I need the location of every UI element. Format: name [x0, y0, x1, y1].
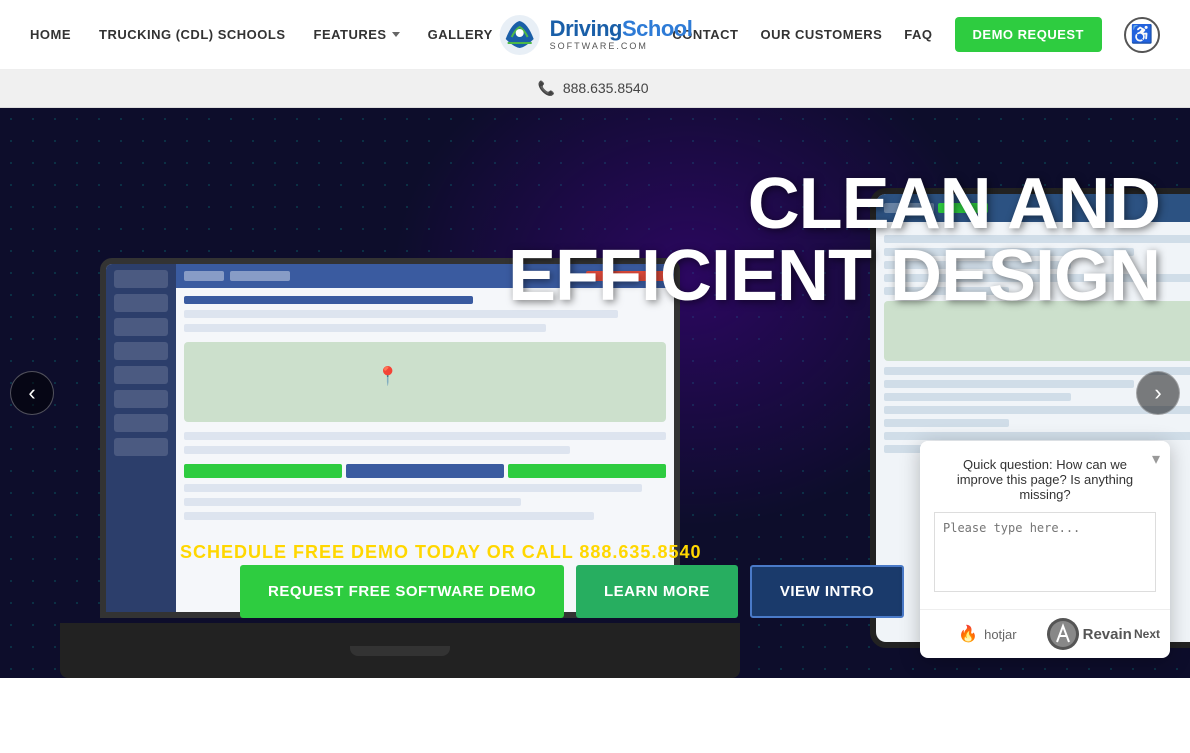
phone-number[interactable]: 888.635.8540 [563, 80, 649, 96]
hotjar-flame-icon: 🔥 [958, 624, 978, 644]
hotjar-feedback-popup: ▾ Quick question: How can we improve thi… [920, 441, 1170, 658]
nav-home[interactable]: HOME [30, 27, 71, 42]
hero-section: ‹ [0, 108, 1190, 678]
nav-left: HOME TRUCKING (CDL) SCHOOLS FEATURES GAL… [30, 27, 493, 42]
nav-features[interactable]: FEATURES [314, 27, 400, 42]
hotjar-close-button[interactable]: ▾ [1152, 449, 1160, 469]
logo-main-text: DrivingSchool [550, 16, 693, 41]
hotjar-question: Quick question: How can we improve this … [934, 453, 1156, 506]
hero-title-line1: CLEAN AND EFFICIENT DESIGN [508, 168, 1160, 312]
hotjar-logo: 🔥 hotjar [958, 624, 1016, 644]
revain-icon [1047, 618, 1079, 650]
revain-logo: Revain [1047, 618, 1132, 650]
nav-right: CONTACT OUR CUSTOMERS FAQ DEMO REQUEST ♿ [672, 17, 1160, 53]
request-demo-button[interactable]: REQUEST FREE SOFTWARE DEMO [240, 565, 564, 618]
logo-icon [498, 13, 542, 57]
nav-gallery[interactable]: GALLERY [428, 27, 493, 42]
revain-label: Revain [1083, 626, 1132, 643]
chevron-down-icon [392, 32, 400, 37]
hotjar-textarea[interactable] [934, 512, 1156, 592]
phone-bar: 📞 888.635.8540 [0, 70, 1190, 108]
hotjar-name: hotjar [984, 627, 1017, 642]
nav-faq[interactable]: FAQ [904, 27, 932, 42]
logo-text: DrivingSchool SOFTWARE.COM [550, 17, 693, 51]
logo[interactable]: DrivingSchool SOFTWARE.COM [498, 13, 693, 57]
next-slide-button[interactable]: › [1136, 371, 1180, 415]
logo-sub-text: SOFTWARE.COM [550, 42, 693, 52]
prev-slide-button[interactable]: ‹ [10, 371, 54, 415]
laptop-base [60, 623, 740, 678]
nav-our-customers[interactable]: OUR CUSTOMERS [760, 27, 882, 42]
nav-trucking[interactable]: TRUCKING (CDL) SCHOOLS [99, 27, 286, 42]
hotjar-next-button[interactable]: Next [1134, 627, 1160, 641]
schedule-text: SCHEDULE FREE DEMO TODAY OR CALL 888.635… [180, 542, 702, 563]
accessibility-button[interactable]: ♿ [1124, 17, 1160, 53]
hotjar-branding-bar: 🔥 hotjar Revain Next [920, 609, 1170, 658]
accessibility-icon: ♿ [1131, 24, 1153, 45]
view-intro-button[interactable]: VIEW INTRO [750, 565, 904, 618]
phone-icon: 📞 [538, 80, 555, 96]
hero-cta-buttons: REQUEST FREE SOFTWARE DEMO LEARN MORE VI… [240, 565, 904, 618]
hero-text-block: CLEAN AND EFFICIENT DESIGN [508, 168, 1160, 312]
learn-more-button[interactable]: LEARN MORE [576, 565, 738, 618]
hotjar-header: ▾ Quick question: How can we improve thi… [920, 441, 1170, 609]
demo-request-button[interactable]: DEMO REQUEST [955, 17, 1102, 52]
chevron-down-icon: ▾ [1152, 451, 1160, 468]
navbar: HOME TRUCKING (CDL) SCHOOLS FEATURES GAL… [0, 0, 1190, 70]
